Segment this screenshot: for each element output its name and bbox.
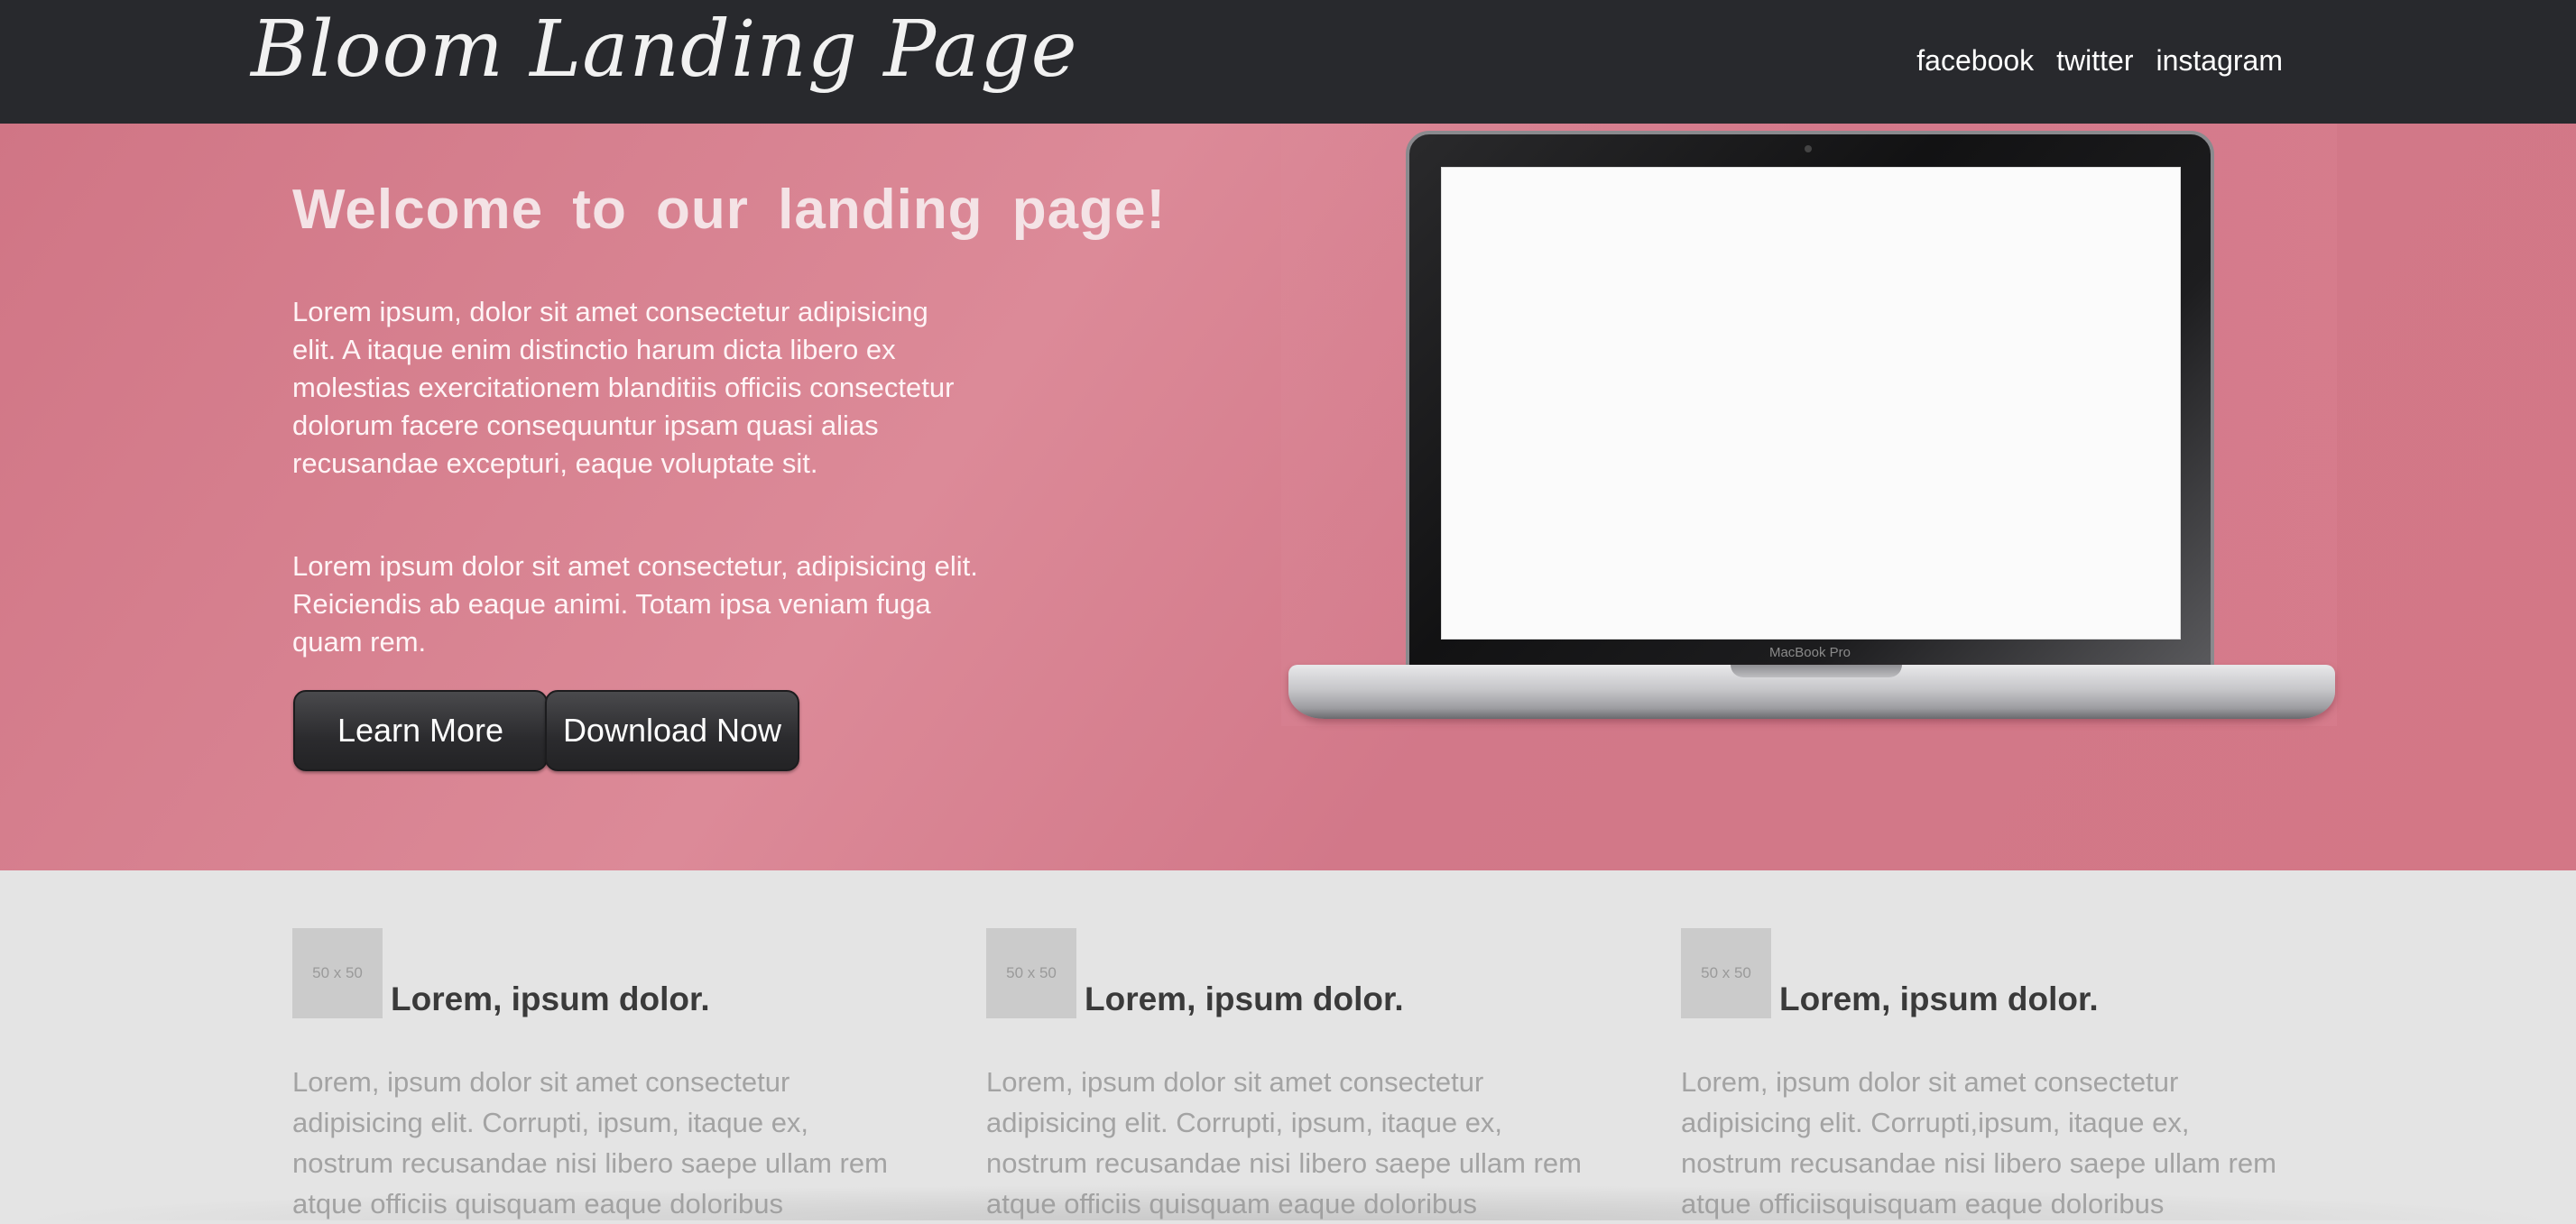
feature-text: Lorem, ipsum dolor sit amet consectetur … bbox=[1681, 1066, 2276, 1219]
laptop-brand-label: MacBook Pro bbox=[1768, 645, 1851, 660]
top-nav-bar: Bloom Landing Page facebook twitter inst… bbox=[0, 0, 2576, 124]
feature-thumbnail: 50 x 50 bbox=[1681, 928, 1771, 1018]
hero-section: Welcome to our landing page! Lorem ipsum… bbox=[0, 124, 2576, 870]
feature-thumbnail: 50 x 50 bbox=[986, 928, 1076, 1018]
laptop-camera bbox=[1805, 145, 1812, 152]
laptop-lid: MacBook Pro bbox=[1406, 131, 2214, 672]
facebook-link[interactable]: facebook bbox=[1916, 41, 2034, 80]
feature-text: Lorem, ipsum dolor sit amet consectetur … bbox=[292, 1066, 888, 1219]
hero-title: Welcome to our landing page! bbox=[292, 179, 1167, 241]
instagram-link[interactable]: instagram bbox=[2156, 41, 2284, 80]
hero-paragraph-1: Lorem ipsum, dolor sit amet consectetur … bbox=[292, 296, 955, 479]
feature-text: Lorem, ipsum dolor sit amet consectetur … bbox=[986, 1066, 1582, 1219]
features-section: 50 x 50 Lorem, ipsum dolor. Lorem, ipsum… bbox=[0, 870, 2576, 1220]
feature-title: Lorem, ipsum dolor. bbox=[391, 980, 710, 1017]
feature-title: Lorem, ipsum dolor. bbox=[1779, 980, 2099, 1017]
laptop-screen bbox=[1441, 167, 2181, 640]
feature-thumbnail: 50 x 50 bbox=[292, 928, 383, 1018]
feature-title: Lorem, ipsum dolor. bbox=[1085, 980, 1404, 1017]
hero-paragraph-2: Lorem ipsum dolor sit amet consectetur, … bbox=[292, 550, 978, 658]
laptop-notch bbox=[1731, 665, 1902, 677]
laptop-image: MacBook Pro bbox=[1281, 124, 2337, 726]
learn-more-button[interactable]: Learn More bbox=[293, 690, 548, 771]
twitter-link[interactable]: twitter bbox=[2056, 41, 2133, 80]
laptop-base bbox=[1288, 665, 2335, 719]
download-now-button[interactable]: Download Now bbox=[545, 690, 799, 771]
social-links: facebook twitter instagram bbox=[1916, 41, 2283, 80]
site-logo[interactable]: Bloom Landing Page bbox=[251, 0, 1077, 113]
